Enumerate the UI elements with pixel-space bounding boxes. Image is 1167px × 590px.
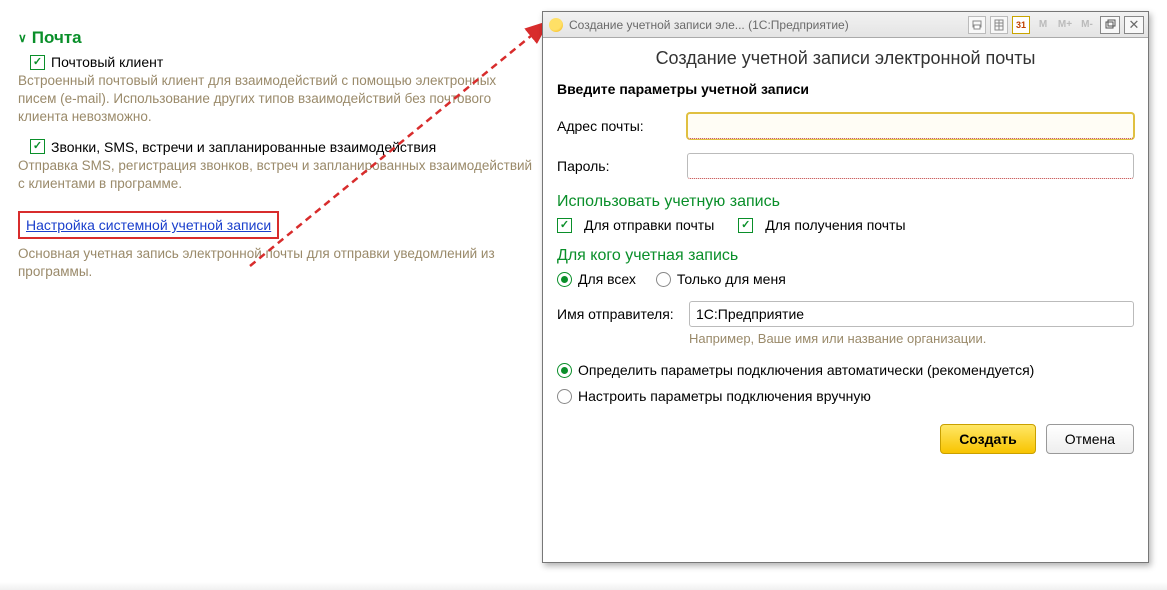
create-button[interactable]: Создать (940, 424, 1036, 454)
email-label: Адрес почты: (557, 118, 687, 134)
radio-only-me[interactable]: Только для меня (656, 271, 786, 287)
m-icon[interactable]: M (1034, 16, 1052, 34)
mail-client-description: Встроенный почтовый клиент для взаимодей… (18, 72, 538, 127)
dialog-titlebar: Создание учетной записи эле... (1С:Предп… (543, 12, 1148, 38)
checkbox-calls-sms[interactable]: ✓ Звонки, SMS, встречи и запланированные… (30, 139, 538, 155)
calculator-icon[interactable] (990, 16, 1008, 34)
password-label: Пароль: (557, 158, 687, 174)
system-account-link-highlight: Настройка системной учетной записи (18, 211, 279, 239)
calls-description: Отправка SMS, регистрация звонков, встре… (18, 157, 538, 193)
dialog-subtitle: Введите параметры учетной записи (557, 81, 1134, 97)
radio-label: Определить параметры подключения автомат… (578, 362, 1034, 378)
create-email-account-dialog: Создание учетной записи эле... (1С:Предп… (542, 11, 1149, 563)
section-header-mail[interactable]: ∨ Почта (18, 28, 538, 48)
checkbox-label: Звонки, SMS, встречи и запланированные в… (51, 139, 436, 155)
sender-hint: Например, Ваше имя или название организа… (689, 331, 1134, 346)
app-icon (549, 18, 563, 32)
dialog-title: Создание учетной записи электронной почт… (557, 48, 1134, 69)
checkbox-label: Почтовый клиент (51, 54, 163, 70)
checkbox-receive-mail[interactable]: ✓ Для получения почты (738, 217, 905, 233)
checkmark-icon: ✓ (30, 55, 45, 70)
radio-manual-params[interactable]: Настроить параметры подключения вручную (557, 388, 1134, 404)
link-description: Основная учетная запись электронной почт… (18, 245, 538, 281)
radio-auto-params[interactable]: Определить параметры подключения автомат… (557, 362, 1134, 378)
m-plus-icon[interactable]: M+ (1056, 16, 1074, 34)
radio-label: Для всех (578, 271, 636, 287)
checkmark-icon: ✓ (557, 218, 572, 233)
sender-name-input[interactable] (689, 301, 1134, 327)
password-input[interactable] (687, 153, 1134, 179)
checkmark-icon: ✓ (30, 139, 45, 154)
chevron-down-icon: ∨ (18, 31, 27, 45)
radio-icon (557, 272, 572, 287)
radio-icon (557, 389, 572, 404)
calendar-icon[interactable]: 31 (1012, 16, 1030, 34)
print-icon[interactable] (968, 16, 986, 34)
checkbox-send-mail[interactable]: ✓ Для отправки почты (557, 217, 714, 233)
radio-label: Только для меня (677, 271, 786, 287)
checkbox-mail-client[interactable]: ✓ Почтовый клиент (30, 54, 538, 70)
checkbox-label: Для получения почты (765, 217, 905, 233)
titlebar-text: Создание учетной записи эле... (1С:Предп… (569, 18, 962, 32)
checkmark-icon: ✓ (738, 218, 753, 233)
sender-label: Имя отправителя: (557, 306, 689, 322)
mail-settings-panel: ∨ Почта ✓ Почтовый клиент Встроенный поч… (18, 28, 538, 282)
email-input[interactable] (687, 113, 1134, 139)
radio-icon (656, 272, 671, 287)
radio-for-all[interactable]: Для всех (557, 271, 636, 287)
close-icon[interactable]: ✕ (1124, 16, 1144, 34)
cancel-button[interactable]: Отмена (1046, 424, 1134, 454)
checkbox-label: Для отправки почты (584, 217, 714, 233)
radio-icon (557, 363, 572, 378)
restore-icon[interactable] (1100, 16, 1120, 34)
section-title: Почта (32, 28, 82, 48)
system-account-link[interactable]: Настройка системной учетной записи (26, 217, 271, 233)
whom-header: Для кого учетная запись (557, 247, 1134, 265)
use-account-header: Использовать учетную запись (557, 193, 1134, 211)
m-minus-icon[interactable]: M- (1078, 16, 1096, 34)
radio-label: Настроить параметры подключения вручную (578, 388, 871, 404)
